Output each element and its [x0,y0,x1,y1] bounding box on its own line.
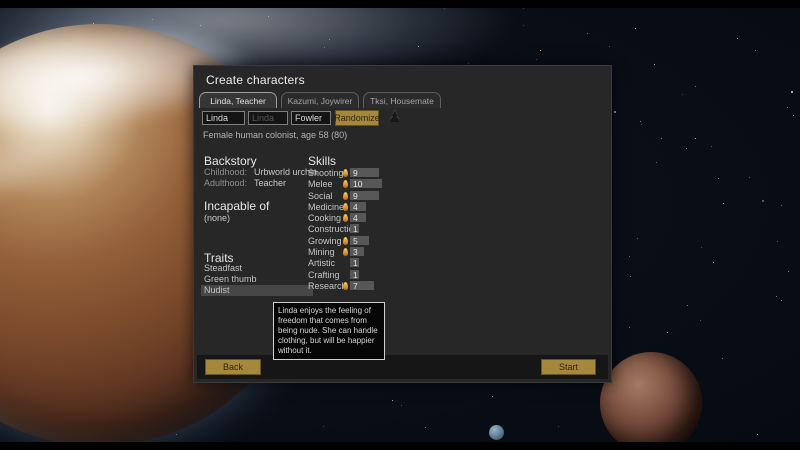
letterbox-top [0,0,800,8]
passion-flame-icon [343,180,348,188]
tab-tksi[interactable]: Tksi, Housemate [363,92,441,108]
passion-flame-icon [343,169,348,177]
first-name-input[interactable] [202,111,245,125]
skill-level: 1 [353,270,358,280]
skill-level: 1 [353,258,358,268]
skill-level: 9 [353,168,358,178]
skill-level: 4 [353,213,358,223]
passion-flame-icon [343,192,348,200]
incapable-heading: Incapable of [204,199,269,213]
passion-flame-icon [343,214,348,222]
tab-bar: Linda, Teacher Kazumi, Joywirer Tksi, Hous… [199,92,441,108]
trait-steadfast[interactable]: Steadfast [201,263,313,274]
skill-row-crafting[interactable]: Crafting 1 [308,269,438,280]
skill-row-construction[interactable]: Construction 1 [308,223,438,234]
skill-list: Shooting 9 Melee 10 Social 9 Medicine 4 Cooking 4… [308,167,438,291]
footer-bar: Back Start [197,355,608,379]
skill-row-medicine[interactable]: Medicine 4 [308,201,438,212]
passion-flame-icon [343,282,348,290]
skill-level: 10 [353,179,362,189]
tab-linda[interactable]: Linda, Teacher [199,92,277,108]
passion-flame-icon [343,248,348,256]
passion-flame-icon [343,237,348,245]
skill-row-social[interactable]: Social 9 [308,190,438,201]
letterbox-bottom [0,442,800,450]
create-characters-dialog: Create characters Linda, Teacher Kazumi, … [193,65,612,383]
nickname-input[interactable] [248,111,288,125]
page-title: Create characters [206,73,305,87]
last-name-input[interactable] [291,111,331,125]
skill-row-shooting[interactable]: Shooting 9 [308,167,438,178]
skill-level: 4 [353,202,358,212]
skill-level: 3 [353,247,358,257]
skill-row-mining[interactable]: Mining 3 [308,246,438,257]
skill-row-cooking[interactable]: Cooking 4 [308,212,438,223]
start-button[interactable]: Start [541,359,596,375]
tab-kazumi[interactable]: Kazumi, Joywirer [281,92,359,108]
colonist-summary: Female human colonist, age 58 (80) [203,130,347,140]
randomize-button[interactable]: Randomize [335,110,379,126]
skill-level: 1 [353,224,358,234]
backstory-row[interactable]: Adulthood: Teacher [204,178,304,189]
skill-level: 7 [353,281,358,291]
back-button[interactable]: Back [205,359,261,375]
skill-row-melee[interactable]: Melee 10 [308,178,438,189]
trait-tooltip: Linda enjoys the feeling of freedom that… [273,302,385,360]
trait-list: Steadfast Green thumb Nudist [201,263,313,296]
moon-large [600,352,702,450]
skill-row-growing[interactable]: Growing 5 [308,235,438,246]
trait-nudist[interactable]: Nudist [201,285,313,296]
moon-small [489,425,504,440]
skill-level: 5 [353,236,358,246]
backstory-heading: Backstory [204,154,257,168]
skills-heading: Skills [308,154,336,168]
trait-green-thumb[interactable]: Green thumb [201,274,313,285]
backstory-row[interactable]: Childhood: Urbworld urchin [204,167,304,178]
passion-flame-icon [343,203,348,211]
backstory-rows: Childhood: Urbworld urchin Adulthood: Teach… [204,167,304,189]
incapable-value: (none) [204,213,230,223]
skill-row-research[interactable]: Research 7 [308,280,438,291]
skill-row-artistic[interactable]: Artistic 1 [308,257,438,268]
skill-level: 9 [353,191,358,201]
pawn-icon: ♟ [388,108,401,126]
